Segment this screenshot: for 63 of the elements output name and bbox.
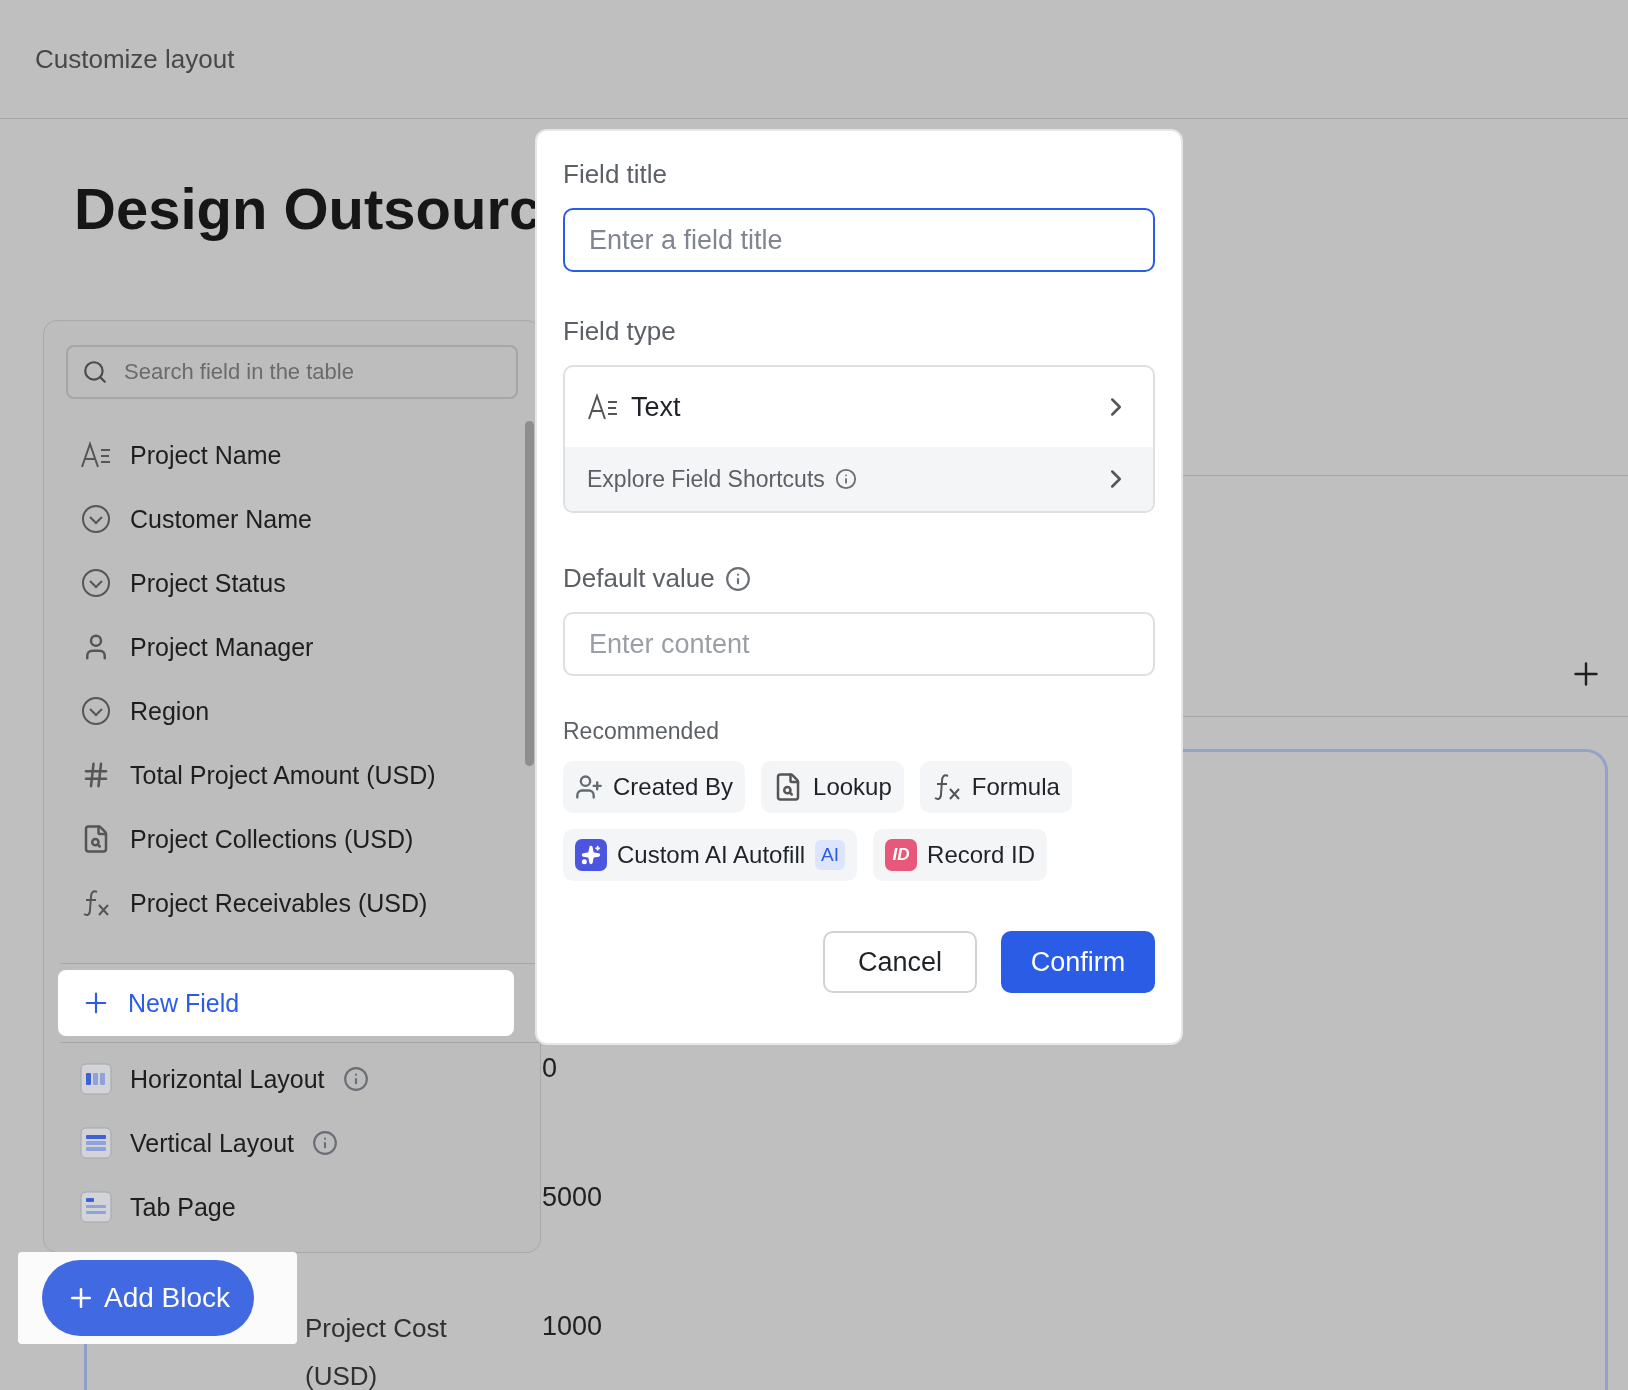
sparkle-icon xyxy=(575,839,607,871)
ai-tag: AI xyxy=(815,840,846,870)
layout-item[interactable]: Vertical Layout xyxy=(44,1111,540,1175)
field-shortcut-chip[interactable]: Created By xyxy=(563,761,746,813)
recommended-label: Recommended xyxy=(563,718,720,745)
field-item[interactable]: Region xyxy=(44,679,540,743)
field-title-input[interactable]: Enter a field title xyxy=(563,208,1155,272)
field-item[interactable]: Project Name xyxy=(44,423,540,487)
field-item[interactable]: Project Status xyxy=(44,551,540,615)
id-icon: ID xyxy=(885,839,918,871)
chip-label: Record ID xyxy=(927,841,1036,869)
columns-layout-icon xyxy=(80,1063,112,1095)
field-item[interactable]: Project Receivables (USD) xyxy=(44,871,540,935)
field-item[interactable]: Project Manager xyxy=(44,615,540,679)
layout-label: Tab Page xyxy=(130,1192,236,1222)
field-title-label: Field title xyxy=(563,159,668,190)
layout-item[interactable]: Horizontal Layout xyxy=(44,1047,540,1111)
page-heading: Customize layout xyxy=(35,43,235,75)
field-type-value: Text xyxy=(631,391,681,423)
dropdown-circle-icon xyxy=(81,568,111,598)
new-field-button[interactable]: New Field xyxy=(58,970,514,1036)
search-icon xyxy=(82,359,108,385)
formula-icon xyxy=(81,888,111,918)
field-item[interactable]: Customer Name xyxy=(44,487,540,551)
layout-item[interactable]: Tab Page xyxy=(44,1175,540,1239)
field-value: 0 xyxy=(542,1052,559,1085)
confirm-button[interactable]: Confirm xyxy=(1001,931,1155,993)
chip-label: Lookup xyxy=(813,773,892,801)
rows-layout-icon xyxy=(80,1127,112,1159)
shortcuts-label: Explore Field Shortcuts xyxy=(587,465,825,493)
default-value-label: Default value xyxy=(563,563,715,594)
field-value: 1000 xyxy=(542,1310,604,1343)
text-type-icon xyxy=(80,441,112,469)
info-icon xyxy=(834,468,857,490)
search-field[interactable]: Search field in the table xyxy=(66,345,518,399)
field-shortcut-chip[interactable]: Custom AI Autofill AI xyxy=(563,829,858,881)
default-value-input[interactable]: Enter content xyxy=(563,612,1155,676)
field-type-label: Field type xyxy=(563,316,676,347)
field-shortcut-chip[interactable]: ID Record ID xyxy=(873,829,1048,881)
field-label: (USD) xyxy=(305,1360,379,1390)
field-shortcut-chip[interactable]: Lookup xyxy=(761,761,904,813)
field-type-option[interactable]: Text xyxy=(565,367,1153,447)
layout-label: Horizontal Layout xyxy=(130,1064,325,1094)
scrollbar-thumb[interactable] xyxy=(525,421,534,766)
chip-label: Custom AI Autofill xyxy=(617,841,806,869)
field-value: 5000 xyxy=(542,1181,604,1214)
record-title: Design Outsourc xyxy=(74,175,542,243)
field-item[interactable]: Project Collections (USD) xyxy=(44,807,540,871)
dropdown-circle-icon xyxy=(81,696,111,726)
person-add-icon xyxy=(575,773,603,801)
chip-label: Formula xyxy=(971,773,1060,801)
add-block-button[interactable]: Add Block xyxy=(42,1260,255,1336)
tab-page-icon xyxy=(80,1191,112,1223)
field-label: Project Cost xyxy=(305,1312,448,1345)
field-shortcuts-row[interactable]: Explore Field Shortcuts xyxy=(565,447,1153,511)
field-shortcut-chip[interactable]: Formula xyxy=(919,761,1072,813)
info-icon xyxy=(724,565,751,592)
field-item[interactable]: Total Project Amount (USD) xyxy=(44,743,540,807)
text-type-icon xyxy=(587,393,619,421)
cancel-button[interactable]: Cancel xyxy=(823,931,977,993)
chip-label: Created By xyxy=(613,773,734,801)
layout-label: Vertical Layout xyxy=(130,1128,294,1158)
dropdown-circle-icon xyxy=(81,504,111,534)
